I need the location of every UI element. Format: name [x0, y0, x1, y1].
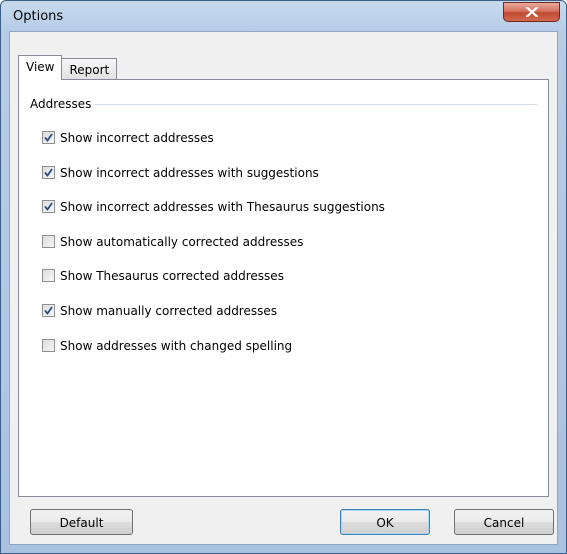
option-show-auto-corrected[interactable]: Show automatically corrected addresses: [42, 234, 385, 269]
check-icon: [44, 133, 53, 142]
checkbox[interactable]: [42, 165, 55, 179]
option-show-manually-corrected[interactable]: Show manually corrected addresses: [42, 303, 385, 338]
group-label-addresses: Addresses: [30, 97, 92, 111]
checkbox[interactable]: [42, 269, 55, 283]
options-dialog: Options View Report Addresses Show incor…: [0, 0, 567, 554]
option-label: Show Thesaurus corrected addresses: [60, 269, 284, 284]
option-show-changed-spelling[interactable]: Show addresses with changed spelling: [42, 338, 385, 373]
option-show-incorrect-with-suggestions[interactable]: Show incorrect addresses with suggestion…: [42, 165, 385, 200]
cancel-button[interactable]: Cancel: [454, 509, 554, 535]
checkbox[interactable]: [42, 303, 55, 317]
checkbox[interactable]: [42, 234, 55, 248]
check-icon: [44, 306, 53, 315]
check-icon: [44, 202, 53, 212]
option-label: Show incorrect addresses: [60, 131, 214, 145]
dialog-client-area: View Report Addresses Show incorrect add…: [9, 31, 558, 545]
option-label: Show incorrect addresses with suggestion…: [60, 165, 319, 180]
close-icon: [525, 7, 538, 17]
checkbox[interactable]: [42, 338, 55, 352]
option-show-thesaurus-corrected[interactable]: Show Thesaurus corrected addresses: [42, 268, 385, 303]
group-divider: [94, 104, 537, 105]
options-list: Show incorrect addresses Show incorrect …: [42, 130, 385, 372]
tab-strip: View Report: [18, 55, 118, 80]
window-title: Options: [13, 9, 64, 24]
option-label: Show addresses with changed spelling: [60, 338, 293, 353]
ok-button[interactable]: OK: [340, 509, 430, 535]
option-label: Show incorrect addresses with Thesaurus …: [60, 200, 385, 215]
checkbox[interactable]: [42, 131, 55, 144]
option-show-incorrect-with-thesaurus[interactable]: Show incorrect addresses with Thesaurus …: [42, 199, 385, 234]
option-show-incorrect[interactable]: Show incorrect addresses: [42, 130, 385, 165]
close-button[interactable]: [503, 2, 560, 22]
default-button[interactable]: Default: [30, 509, 133, 535]
option-label: Show manually corrected addresses: [60, 303, 277, 318]
title-bar: Options: [1, 1, 566, 31]
tab-view[interactable]: View: [18, 55, 63, 80]
check-icon: [44, 168, 53, 177]
tab-report[interactable]: Report: [61, 58, 118, 80]
checkbox[interactable]: [42, 200, 55, 214]
option-label: Show automatically corrected addresses: [60, 234, 304, 249]
